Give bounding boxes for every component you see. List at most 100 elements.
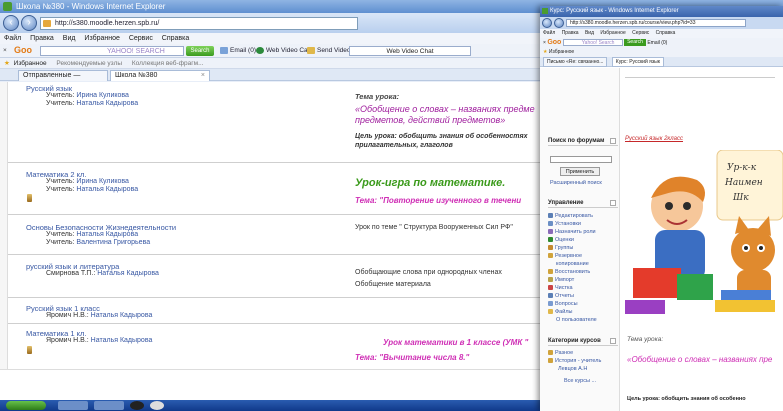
manage-item-reset[interactable]: Чистка (548, 285, 573, 292)
email-button[interactable]: Email (0) (647, 40, 667, 46)
manage-item-backup-cont[interactable]: копирование (556, 261, 589, 268)
teacher-role: Учитель: (46, 231, 75, 238)
teacher-link[interactable]: Наталья Кадырова (91, 312, 153, 319)
manage-item-label: Установки (555, 221, 581, 227)
teacher-link[interactable]: Наталья Кадырова (76, 100, 138, 107)
email-button[interactable]: Email (0) (220, 44, 256, 57)
manage-item-files[interactable]: Файлы (548, 309, 572, 316)
edit-pencil-icon[interactable] (27, 194, 32, 202)
teacher-link[interactable]: Наталья Кадырова (76, 231, 138, 238)
all-courses-link[interactable]: Все курсы ... (564, 378, 596, 385)
manage-item-backup[interactable]: Резервное (548, 253, 582, 260)
menu-help[interactable]: Справка (656, 30, 676, 36)
menu-tools[interactable]: Сервис (632, 30, 649, 36)
menu-favorites[interactable]: Избранное (84, 35, 119, 42)
divider (8, 162, 540, 163)
manage-item-restore[interactable]: Восстановить (548, 269, 590, 276)
teacher-line: Яромич Н.В.: Наталья Кадырова (46, 337, 152, 344)
course-tab-bar: Письмо «Re: связанно... Курс: Русский яз… (540, 57, 783, 67)
start-button[interactable] (6, 401, 46, 410)
collapse-icon[interactable] (610, 200, 616, 206)
manage-item-settings[interactable]: Установки (548, 221, 581, 228)
forum-search-input[interactable] (550, 156, 612, 163)
manage-item-grades[interactable]: Оценки (548, 237, 574, 244)
manage-item-roles[interactable]: Назначить роли (548, 229, 596, 236)
address-bar[interactable]: http://s380.moodle.herzen.spb.ru/ (40, 17, 358, 30)
manage-item-questions[interactable]: Вопросы (548, 301, 578, 308)
search-button[interactable]: Search (186, 46, 214, 56)
taskbar-app[interactable] (58, 401, 88, 410)
tab-yandex[interactable]: Отправленные — Яндекс... (18, 70, 108, 89)
advanced-search-link[interactable]: Расширенный поиск (550, 180, 602, 187)
search-button[interactable]: Search (624, 39, 646, 47)
manage-item-label: Назначить роли (555, 229, 596, 235)
edit-pencil-icon[interactable] (27, 346, 32, 354)
collapse-icon[interactable] (610, 338, 616, 344)
toolbar-logo[interactable]: Goo (547, 39, 561, 46)
teacher-link[interactable]: Ирина Куликова (76, 92, 129, 99)
teacher-link[interactable]: Наталья Кадырова (91, 337, 153, 344)
apply-button[interactable]: Применить (560, 167, 600, 176)
forward-button[interactable] (554, 18, 564, 28)
manage-item-reports[interactable]: Отчеты (548, 293, 574, 300)
web-slice-gallery-link[interactable]: Коллекция веб-фрагм... (132, 60, 204, 67)
yahoo-search-input[interactable]: Yahoo! Search (562, 39, 623, 47)
favorites-label[interactable]: Избранное (14, 60, 47, 67)
category-misc[interactable]: Разное (548, 350, 573, 357)
course-title-link[interactable]: Русский язык 2класс (625, 136, 683, 142)
send-video-button[interactable]: Send Video (307, 44, 351, 57)
manage-item-edit[interactable]: Редактировать (548, 213, 593, 220)
menu-favorites[interactable]: Избранное (600, 30, 625, 36)
taskbar-app-icon[interactable] (150, 401, 164, 410)
course-item: русский язык и литература Смирнова Т.П.:… (0, 262, 540, 292)
manage-item-groups[interactable]: Группы (548, 245, 573, 252)
category-history[interactable]: История - учитель (548, 358, 601, 365)
course-window-nav: http://s380.moodle.herzen.spb.ru/course/… (540, 17, 783, 29)
tab-school[interactable]: Школа №380 × (110, 70, 210, 81)
files-icon (548, 309, 553, 314)
teacher-link[interactable]: Наталья Кадырова (76, 186, 138, 193)
yahoo-search-input[interactable]: YAHOO! SEARCH (40, 46, 184, 56)
back-button[interactable]: ‹ (3, 15, 19, 31)
toolbar-close-icon[interactable]: × (3, 44, 7, 57)
teacher-link[interactable]: Валентина Григорьева (76, 239, 150, 246)
menu-edit[interactable]: Правка (30, 35, 54, 42)
favorites-star-icon[interactable]: ★ (543, 49, 547, 55)
menu-view[interactable]: Вид (585, 30, 594, 36)
forward-button[interactable]: › (21, 15, 37, 31)
teacher-role: Учитель: (46, 100, 75, 107)
menu-help[interactable]: Справка (162, 35, 189, 42)
toolbar-logo[interactable]: Goo (14, 44, 32, 57)
grades-icon (548, 237, 553, 242)
lesson-note: Обобщение материала (355, 281, 431, 288)
manage-item-import[interactable]: Импорт (548, 277, 574, 284)
manage-item-profile[interactable]: О пользователе (556, 317, 597, 324)
lesson-topic: Тема: "Повторение изученного в течени (355, 196, 522, 205)
menu-file[interactable]: Файл (543, 30, 555, 36)
back-button[interactable] (542, 18, 552, 28)
tab-close-icon[interactable]: × (201, 71, 205, 81)
tab-mail[interactable]: Письмо «Re: связанно... (543, 57, 608, 67)
menu-view[interactable]: Вид (63, 35, 76, 42)
collapse-icon[interactable] (610, 138, 616, 144)
video-call-button[interactable]: Web Video Call (256, 44, 311, 57)
favorites-star-icon[interactable]: ★ (4, 60, 10, 67)
teacher-link[interactable]: Наталья Кадырова (97, 270, 159, 277)
category-history-cont[interactable]: Левцов А.Н (558, 366, 587, 373)
video-chat-field[interactable]: Web Video Chat (349, 46, 471, 56)
taskbar-app[interactable] (94, 401, 124, 410)
menu-edit[interactable]: Правка (562, 30, 579, 36)
teacher-link[interactable]: Ирина Куликова (76, 178, 129, 185)
teacher-line: Учитель: Наталья Кадырова (46, 186, 138, 193)
menu-tools[interactable]: Сервис (129, 35, 153, 42)
menu-file[interactable]: Файл (4, 35, 21, 42)
taskbar-app-icon[interactable] (130, 401, 144, 410)
tab-course[interactable]: Курс: Русский язык (611, 57, 664, 67)
course-address-bar[interactable]: http://s380.moodle.herzen.spb.ru/course/… (566, 19, 746, 27)
teacher-line: Смирнова Т.П.: Наталья Кадырова (46, 270, 159, 277)
edit-icon (548, 213, 553, 218)
recommended-sites-link[interactable]: Рекомендуемые узлы (56, 60, 122, 67)
lesson-topic-line2: предметов, действий предметов» (355, 115, 506, 125)
course-item: Математика 2 кл. Учитель: Ирина Куликова… (0, 170, 540, 206)
favorites-label[interactable]: Избранное (549, 49, 574, 55)
